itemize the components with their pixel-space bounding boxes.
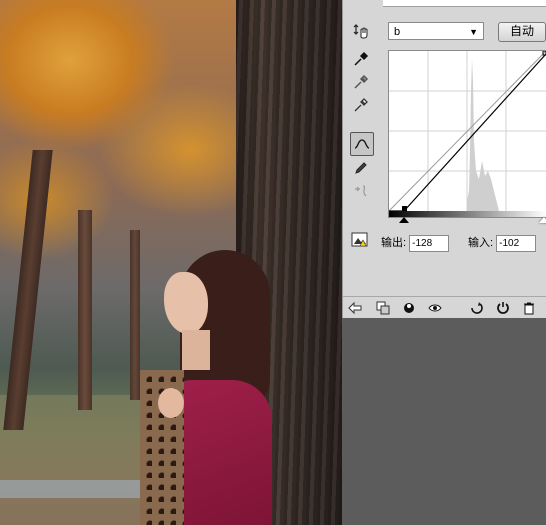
input-group: 输入: — [468, 234, 537, 252]
channel-value: b — [394, 26, 401, 38]
clip-layer-icon[interactable] — [375, 300, 391, 316]
curves-panel: b ▼ 自动 输出: 输入: — [342, 0, 546, 318]
curve-edit-icon[interactable] — [350, 132, 374, 156]
eyedropper-gray-icon[interactable] — [350, 71, 372, 93]
visibility-eye-icon[interactable] — [427, 300, 443, 316]
neck — [182, 330, 210, 370]
empty-workspace — [342, 318, 546, 525]
curves-tool-column — [348, 20, 378, 203]
pencil-icon[interactable] — [350, 157, 372, 179]
input-gradient-bar — [388, 211, 546, 218]
input-field[interactable] — [496, 235, 537, 252]
background-tree-trunk — [3, 150, 53, 430]
trash-icon[interactable] — [521, 300, 537, 316]
panel-top-strip — [383, 0, 546, 7]
output-group: 输出: — [381, 234, 450, 252]
output-label: 输出: — [381, 237, 407, 249]
output-field[interactable] — [409, 235, 450, 252]
on-image-adjust-icon[interactable] — [350, 20, 372, 42]
back-arrow-icon[interactable] — [347, 300, 363, 316]
smooth-curve-icon[interactable] — [350, 180, 372, 202]
auto-button[interactable]: 自动 — [498, 22, 546, 42]
clipping-warning-icon[interactable] — [351, 232, 371, 248]
curves-graph[interactable] — [388, 50, 546, 212]
histogram — [467, 59, 499, 211]
hand — [158, 388, 184, 418]
white-point-slider[interactable] — [539, 217, 546, 223]
curves-graph-svg — [389, 51, 546, 211]
reset-icon[interactable] — [495, 300, 511, 316]
face — [164, 272, 208, 334]
background-tree-trunk — [78, 210, 92, 410]
input-label: 输入: — [468, 237, 494, 249]
background-tree-trunk — [130, 230, 140, 400]
visibility-toggle-icon[interactable] — [401, 300, 417, 316]
view-previous-icon[interactable] — [469, 300, 485, 316]
chevron-down-icon: ▼ — [469, 27, 478, 37]
photo-canvas[interactable] — [0, 0, 342, 525]
background-path — [0, 480, 140, 498]
eyedropper-white-icon[interactable] — [350, 94, 372, 116]
woman-figure — [140, 250, 280, 525]
channel-select[interactable]: b ▼ — [388, 22, 484, 40]
black-point-slider[interactable] — [399, 217, 409, 223]
eyedropper-black-icon[interactable] — [350, 48, 372, 70]
panel-bottom-toolbar — [343, 296, 546, 319]
